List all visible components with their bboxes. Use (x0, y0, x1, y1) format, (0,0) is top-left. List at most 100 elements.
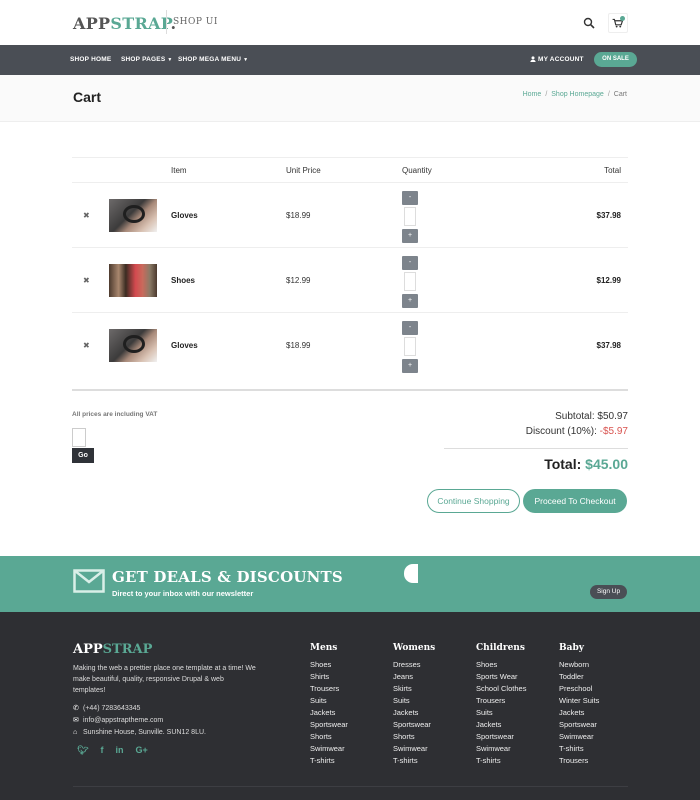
footer-link[interactable]: Sportswear (559, 719, 599, 731)
site-tagline: SHOP UI (166, 10, 218, 34)
footer-link[interactable]: Jackets (310, 707, 348, 719)
nav-shop-pages[interactable]: SHOP PAGES ▼ (121, 45, 173, 75)
footer-link[interactable]: T-shirts (393, 755, 435, 767)
footer-link[interactable]: Preschool (559, 683, 599, 695)
footer-link[interactable]: T-shirts (559, 743, 599, 755)
cart-button[interactable] (608, 13, 628, 33)
footer-link[interactable]: Sports Wear (476, 671, 526, 683)
footer-link[interactable]: Sportswear (476, 731, 526, 743)
quantity-input[interactable] (404, 272, 416, 291)
quantity-increase-button[interactable]: + (402, 359, 418, 373)
top-header: APPSTRAP. SHOP UI (0, 0, 700, 45)
newsletter-band: GET DEALS & DISCOUNTS Direct to your inb… (0, 556, 700, 612)
footer-logo[interactable]: APPSTRAP (73, 642, 152, 657)
newsletter-email-input[interactable] (404, 564, 418, 583)
table-header: Item Unit Price Quantity Total (72, 157, 628, 183)
total-value: $45.00 (585, 456, 628, 472)
item-name[interactable]: Shoes (171, 276, 195, 285)
my-account-link[interactable]: MY ACCOUNT (530, 45, 584, 75)
user-icon (530, 56, 536, 62)
proceed-to-checkout-button[interactable]: Proceed To Checkout (523, 489, 627, 513)
on-sale-button[interactable]: ON SALE (594, 52, 637, 67)
footer-link[interactable]: Swimwear (393, 743, 435, 755)
footer-link[interactable]: Winter Suits (559, 695, 599, 707)
footer-link[interactable]: Shoes (310, 659, 348, 671)
footer-logo-app: APP (73, 642, 103, 657)
quantity-decrease-button[interactable]: - (402, 191, 418, 205)
nav-shop-mega-menu[interactable]: SHOP MEGA MENU ▼ (178, 45, 248, 75)
column-header-item: Item (171, 166, 187, 175)
footer-link[interactable]: Sportswear (393, 719, 435, 731)
sign-up-button[interactable]: Sign Up (590, 585, 627, 599)
quantity-increase-button[interactable]: + (402, 294, 418, 308)
twitter-icon[interactable]: 🐦︎ (77, 745, 88, 756)
google-plus-icon[interactable]: G+ (135, 745, 147, 755)
footer-link[interactable]: Jackets (393, 707, 435, 719)
item-name[interactable]: Gloves (171, 211, 198, 220)
quantity-decrease-button[interactable]: - (402, 256, 418, 270)
nav-label: SHOP PAGES (121, 56, 166, 63)
footer-link[interactable]: Dresses (393, 659, 435, 671)
footer-link[interactable]: Swimwear (476, 743, 526, 755)
footer-link[interactable]: School Clothes (476, 683, 526, 695)
remove-item-icon[interactable]: ✖ (83, 276, 90, 285)
continue-shopping-button[interactable]: Continue Shopping (427, 489, 520, 513)
product-image-gloves[interactable] (109, 329, 157, 362)
footer-link[interactable]: Jackets (559, 707, 599, 719)
footer-link[interactable]: Suits (476, 707, 526, 719)
quantity-input[interactable] (404, 337, 416, 356)
footer-link[interactable]: Trousers (559, 755, 599, 767)
breadcrumb-home[interactable]: Home (523, 91, 542, 98)
footer-link[interactable]: Shorts (310, 731, 348, 743)
footer-link[interactable]: Newborn (559, 659, 599, 671)
footer-link[interactable]: T-shirts (476, 755, 526, 767)
email-address[interactable]: info@appstraptheme.com (83, 717, 163, 724)
footer-divider (73, 786, 628, 787)
footer-link[interactable]: Suits (393, 695, 435, 707)
product-image-shoes[interactable] (109, 264, 157, 297)
remove-item-icon[interactable]: ✖ (83, 341, 90, 350)
column-header-total: Total (604, 166, 621, 175)
search-icon[interactable] (583, 17, 595, 29)
footer-link[interactable]: Sportswear (310, 719, 348, 731)
footer-column-title: Mens (310, 643, 338, 653)
footer-link[interactable]: Suits (310, 695, 348, 707)
linkedin-icon[interactable]: in (115, 745, 123, 755)
street-address: Sunshine House, Sunville. SUN12 8LU. (83, 729, 206, 736)
footer-link[interactable]: T-shirts (310, 755, 348, 767)
quantity-input[interactable] (404, 207, 416, 226)
footer-link[interactable]: Swimwear (310, 743, 348, 755)
site-logo[interactable]: APPSTRAP. (73, 14, 176, 33)
quantity-increase-button[interactable]: + (402, 229, 418, 243)
column-header-quantity: Quantity (402, 166, 432, 175)
quantity-decrease-button[interactable]: - (402, 321, 418, 335)
subtotal-label: Subtotal: (555, 411, 595, 422)
go-button[interactable]: Go (72, 448, 94, 463)
remove-item-icon[interactable]: ✖ (83, 211, 90, 220)
footer-link[interactable]: Shirts (310, 671, 348, 683)
product-image-gloves[interactable] (109, 199, 157, 232)
breadcrumb-separator: / (607, 91, 610, 98)
coupon-input[interactable] (72, 428, 86, 447)
cart-table: Item Unit Price Quantity Total ✖ Gloves … (72, 157, 628, 391)
footer-link[interactable]: Toddler (559, 671, 599, 683)
footer-link[interactable]: Trousers (476, 695, 526, 707)
footer-link[interactable]: Shoes (476, 659, 526, 671)
vat-note: All prices are including VAT (72, 411, 158, 418)
unit-price: $18.99 (286, 211, 311, 220)
breadcrumb-shop-homepage[interactable]: Shop Homepage (551, 91, 604, 98)
site-footer: APPSTRAP Making the web a prettier place… (0, 612, 700, 800)
item-name[interactable]: Gloves (171, 341, 198, 350)
footer-link[interactable]: Shorts (393, 731, 435, 743)
contact-address: ⌂ Sunshine House, Sunville. SUN12 8LU. (73, 727, 206, 739)
footer-link[interactable]: Trousers (310, 683, 348, 695)
nav-shop-home[interactable]: SHOP HOME (70, 45, 111, 75)
footer-link[interactable]: Jeans (393, 671, 435, 683)
footer-link[interactable]: Skirts (393, 683, 435, 695)
footer-column-title: Baby (559, 643, 584, 653)
caret-down-icon: ▼ (167, 57, 173, 63)
footer-link[interactable]: Jackets (476, 719, 526, 731)
footer-link[interactable]: Swimwear (559, 731, 599, 743)
facebook-icon[interactable]: f (100, 745, 103, 755)
nav-label: SHOP HOME (70, 56, 112, 63)
